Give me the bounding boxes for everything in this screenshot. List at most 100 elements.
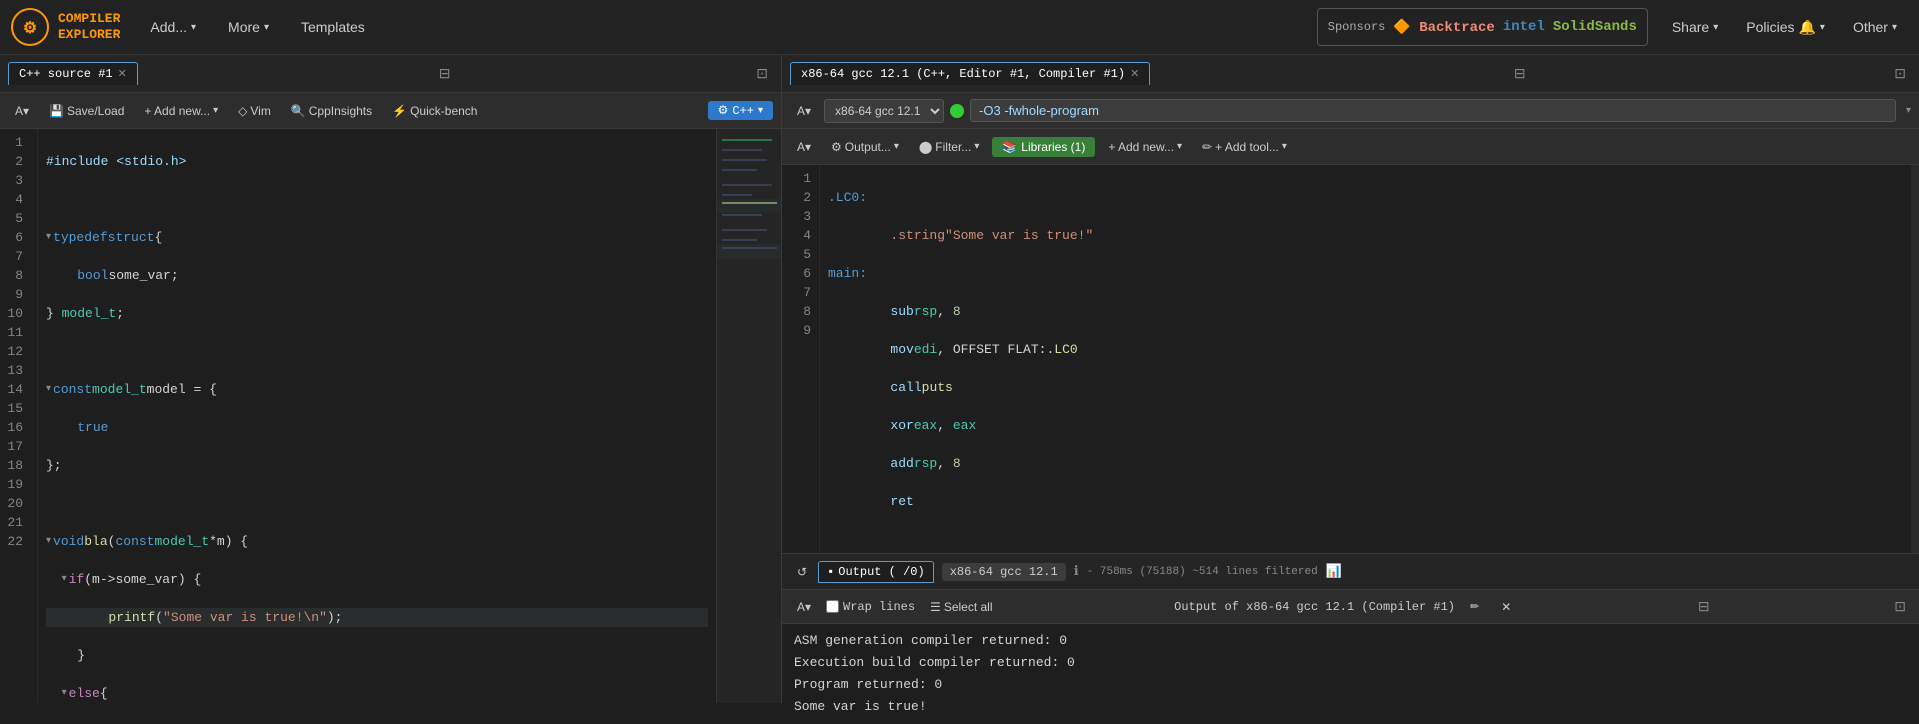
asm-line: call puts (828, 378, 1903, 397)
asm-line: add rsp, 8 (828, 454, 1903, 473)
wrap-lines-checkbox[interactable] (826, 600, 839, 613)
chevron-down-icon: ▾ (264, 22, 269, 33)
code-line: ▾const model_t model = { (46, 380, 708, 399)
compiler-tab[interactable]: x86-64 gcc 12.1 (C++, Editor #1, Compile… (790, 62, 1150, 85)
chevron-down-icon: ▾ (758, 105, 763, 117)
save-load-button[interactable]: 💾 Save/Load (42, 101, 131, 121)
maximize-button[interactable]: ⊡ (751, 63, 773, 84)
editor-toolbar: A▾ 💾 Save/Load + Add new... ▾ ◇ Vim 🔍 Cp… (0, 93, 781, 129)
asm-code-content[interactable]: .LC0: .string "Some var is true!" main: … (820, 165, 1911, 553)
cpp-icon: ⚙ (718, 103, 729, 118)
output-line: Some var is true! (794, 696, 1907, 718)
output-font-btn[interactable]: A▾ (790, 597, 818, 617)
output-content: ASM generation compiler returned: 0 Exec… (782, 624, 1919, 724)
scrollbar[interactable] (1911, 165, 1919, 553)
share-button[interactable]: Share ▾ (1660, 13, 1730, 41)
quickbench-button[interactable]: ⚡ Quick-bench (385, 101, 484, 121)
policies-button[interactable]: Policies 🔔 ▾ (1734, 13, 1837, 42)
minimize-button[interactable]: ⊟ (1509, 63, 1531, 84)
cppinsights-icon: 🔍 (291, 104, 306, 118)
asm-line: ret (828, 492, 1903, 511)
info-icon: ℹ (1074, 564, 1079, 579)
chevron-down-icon: ▾ (191, 22, 196, 33)
fold-arrow-icon[interactable]: ▾ (46, 380, 51, 399)
libraries-button[interactable]: 📚 Libraries (1) (992, 137, 1095, 157)
main-area: C++ source #1 ✕ ⊟ ⊡ A▾ 💾 Save/Load + Add… (0, 55, 1919, 703)
chevron-down-icon: ▾ (974, 141, 979, 152)
asm-font-btn[interactable]: A▾ (790, 137, 818, 157)
terminal-icon: ▪ (827, 565, 834, 579)
select-all-button[interactable]: ☰ Select all (923, 597, 999, 617)
code-line: ▾if (m->some_var) { (46, 570, 708, 589)
svg-text:⚙: ⚙ (23, 20, 37, 38)
output-minimize-btn[interactable]: ⊟ (1693, 596, 1715, 617)
chevron-down-icon: ▾ (1906, 105, 1911, 117)
other-button[interactable]: Other ▾ (1841, 13, 1909, 41)
left-panel: C++ source #1 ✕ ⊟ ⊡ A▾ 💾 Save/Load + Add… (0, 55, 782, 703)
fold-arrow-icon[interactable]: ▾ (62, 684, 67, 703)
cppinsights-button[interactable]: 🔍 CppInsights (284, 101, 379, 121)
close-tab-icon[interactable]: ✕ (118, 67, 127, 81)
asm-line-numbers: 12345 6789 (782, 165, 820, 553)
code-line: } (46, 646, 708, 665)
compiler-select[interactable]: x86-64 gcc 12.1 (824, 99, 944, 123)
chevron-down-icon: ▾ (1713, 22, 1718, 33)
line-numbers: 12345 678910 1112131415 1617181920 2122 (0, 129, 38, 703)
top-nav: ⚙ COMPILER EXPLORER Add... ▾ More ▾ Temp… (0, 0, 1919, 55)
code-line: printf("Some var is true!\n"); (46, 608, 708, 627)
more-menu-button[interactable]: More ▾ (216, 13, 281, 41)
font-size-button[interactable]: A▾ (8, 101, 36, 121)
sponsors-box[interactable]: Sponsors 🔶 Backtrace intel SolidSands (1317, 8, 1648, 46)
logo-area: ⚙ COMPILER EXPLORER (10, 7, 120, 47)
output-line: Program returned: 0 (794, 674, 1907, 696)
maximize-button[interactable]: ⊡ (1889, 63, 1911, 84)
filter-btn[interactable]: ⬤ Filter... ▾ (912, 137, 986, 157)
code-line: }; (46, 456, 708, 475)
code-content[interactable]: #include <stdio.h> ▾typedef struct { boo… (38, 129, 716, 703)
edit-output-btn[interactable]: ✏ (1463, 597, 1486, 616)
output-stats: - 758ms (75188) ~514 lines filtered (1087, 566, 1318, 578)
code-line: #include <stdio.h> (46, 152, 708, 171)
flags-input[interactable] (970, 99, 1896, 122)
fold-arrow-icon[interactable]: ▾ (62, 570, 67, 589)
chevron-down-icon: ▾ (1177, 141, 1182, 152)
fold-arrow-icon[interactable]: ▾ (46, 532, 51, 551)
asm-code-area: 12345 6789 .LC0: .string "Some var is tr… (782, 165, 1919, 553)
vim-button[interactable]: ◇ Vim (231, 101, 278, 121)
add-new-compiler-btn[interactable]: + Add new... ▾ (1101, 137, 1189, 157)
output-line: ASM generation compiler returned: 0 (794, 630, 1907, 652)
add-new-button[interactable]: + Add new... ▾ (137, 101, 225, 121)
filter-icon: ⬤ (919, 140, 932, 154)
fold-arrow-icon[interactable]: ▾ (46, 228, 51, 247)
compiler-ref-badge: x86-64 gcc 12.1 (942, 563, 1066, 581)
language-badge[interactable]: ⚙ C++ ▾ (708, 101, 773, 120)
chevron-down-icon: ▾ (1820, 22, 1825, 33)
sponsors-area: Sponsors 🔶 Backtrace intel SolidSands Sh… (1317, 8, 1909, 46)
backtrace-sponsor: 🔶 Backtrace (1393, 19, 1494, 36)
wrap-lines-label[interactable]: Wrap lines (826, 600, 915, 614)
vim-icon: ◇ (238, 104, 247, 118)
close-tab-icon[interactable]: ✕ (1130, 67, 1139, 81)
code-line: bool some_var; (46, 266, 708, 285)
minimize-button[interactable]: ⊟ (434, 63, 456, 84)
status-indicator (950, 104, 964, 118)
templates-button[interactable]: Templates (289, 13, 377, 41)
close-output-btn[interactable]: ✕ (1494, 597, 1518, 617)
add-tool-btn[interactable]: ✏ + Add tool... ▾ (1195, 137, 1294, 157)
output-tab[interactable]: ▪ Output ( /0) (818, 561, 934, 583)
refresh-button[interactable]: ↺ (790, 562, 814, 582)
add-menu-button[interactable]: Add... ▾ (138, 13, 208, 41)
save-icon: 💾 (49, 104, 64, 118)
select-all-icon: ☰ (930, 600, 941, 614)
output-maximize-btn[interactable]: ⊡ (1889, 596, 1911, 617)
source-tab[interactable]: C++ source #1 ✕ (8, 62, 138, 85)
code-line: true (46, 418, 708, 437)
bell-icon: 🔔 (1798, 19, 1815, 36)
chevron-down-icon: ▾ (1892, 22, 1897, 33)
asm-line: xor eax, eax (828, 416, 1903, 435)
sponsors-label: Sponsors (1328, 20, 1386, 34)
compiler-tab-bar: x86-64 gcc 12.1 (C++, Editor #1, Compile… (782, 55, 1919, 93)
compiler-font-btn[interactable]: A▾ (790, 101, 818, 121)
output-btn[interactable]: ⚙ Output... ▾ (824, 137, 906, 157)
solidsands-sponsor: SolidSands (1553, 19, 1637, 35)
